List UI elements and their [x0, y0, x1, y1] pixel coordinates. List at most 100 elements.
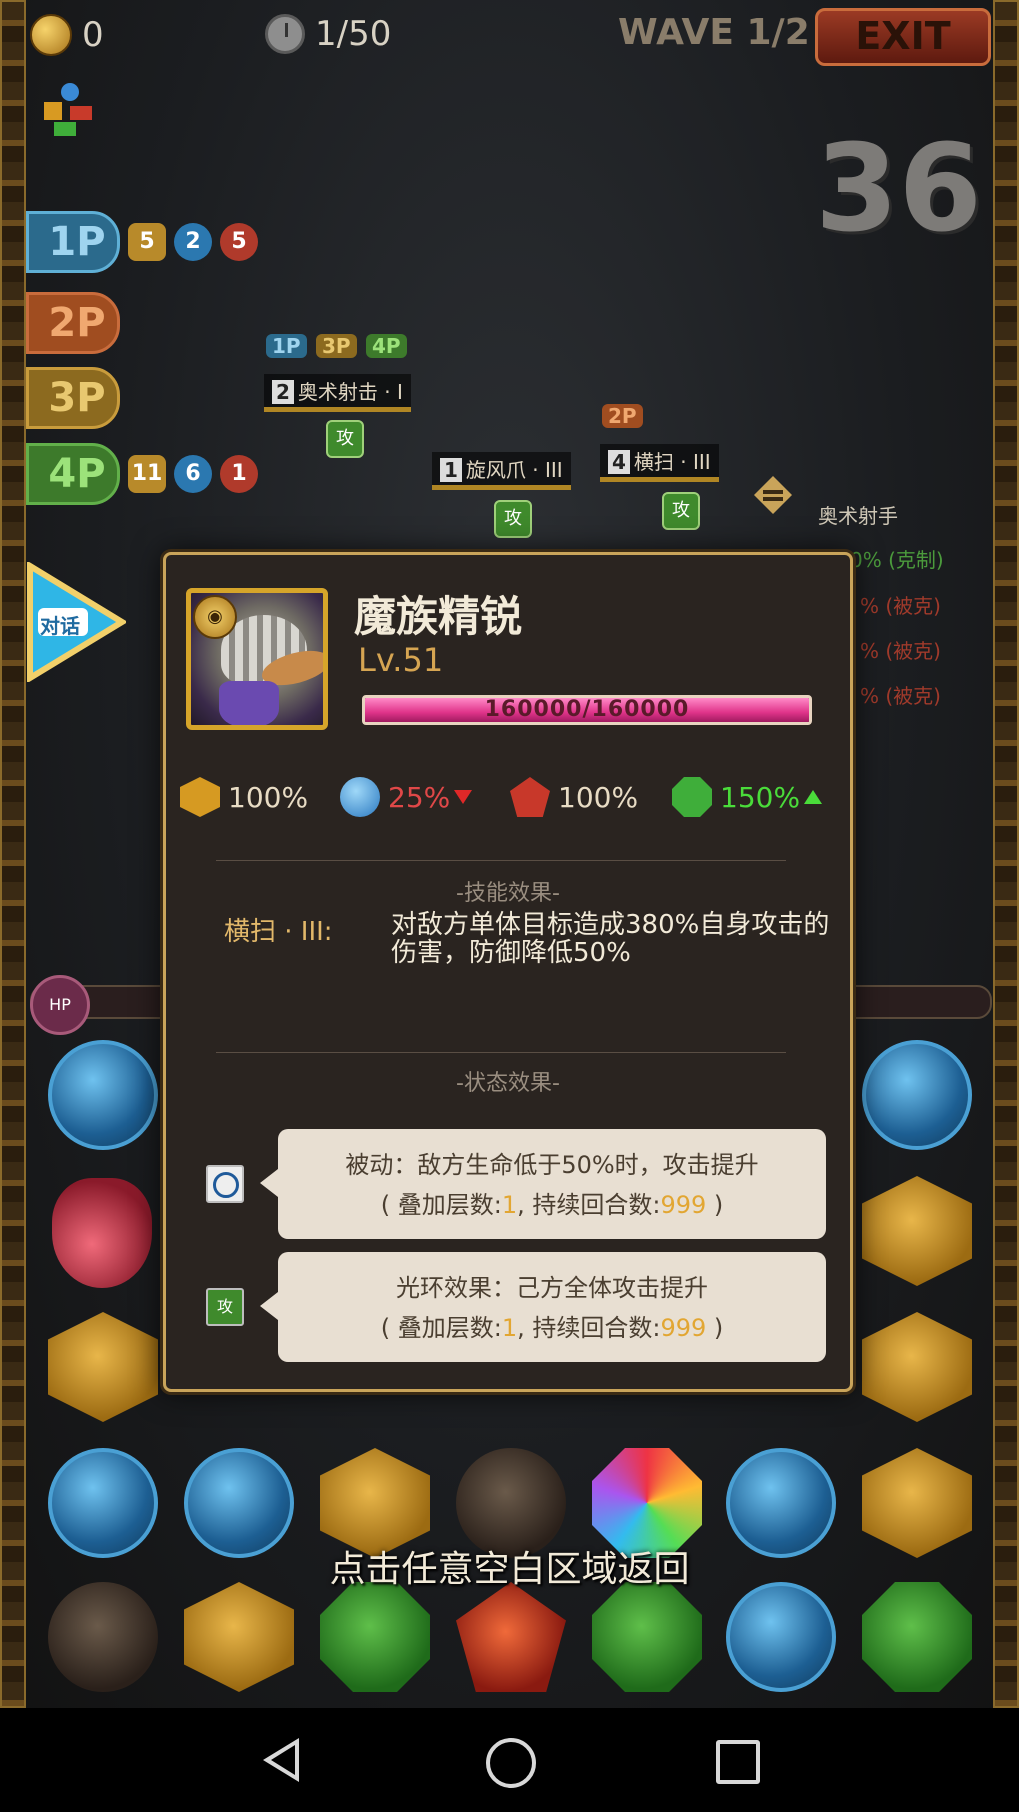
- enemy-skill: 旋风爪 · III: [465, 458, 563, 482]
- player-badge-4p[interactable]: 4P: [26, 443, 120, 505]
- countdown-timer: 36: [815, 120, 982, 259]
- status-effect-aura: 攻 光环效果：己方全体攻击提升 ( 叠加层数:1, 持续回合数:999 ): [166, 1252, 856, 1362]
- enemy-index: 2: [272, 380, 294, 404]
- wind-swirl-icon: [672, 777, 712, 817]
- portrait-face: [219, 681, 279, 725]
- water-gem[interactable]: [726, 1582, 836, 1692]
- enemy-index: 1: [440, 458, 462, 482]
- dark-gem[interactable]: [48, 1582, 158, 1692]
- attribute-value: 25%: [388, 780, 451, 814]
- enemy-portrait: ◉: [186, 588, 328, 730]
- attribute-value: 150%: [720, 780, 801, 814]
- enemy-2-target-1p: 1P: [266, 334, 307, 358]
- recent-apps-icon[interactable]: [716, 1740, 760, 1784]
- attribute-leaf: 100%: [180, 777, 308, 817]
- player-row-4p: 4P 11 6 1: [26, 443, 258, 505]
- leaf-gem[interactable]: [184, 1582, 294, 1692]
- game-screen: 0 1/50 WAVE 1/2 EXIT 36 1P 5 2 5 2P 3P 4…: [0, 0, 1019, 1708]
- heart-icon: HP: [30, 975, 90, 1035]
- water-gem[interactable]: [48, 1040, 158, 1150]
- attribute-wind: 150%: [672, 777, 823, 817]
- leaf-chip: 5: [128, 223, 166, 261]
- attribute-value: 100%: [558, 780, 639, 814]
- enemy-tag-4[interactable]: 4 横扫 · III: [600, 444, 719, 482]
- status-line: 被动：敌方生命低于50%时，攻击提升: [345, 1151, 759, 1179]
- attribute-row: 100% 25% 100% 150%: [180, 777, 840, 827]
- enemy-info-modal: ◉ 魔族精锐 Lv.51 160000/160000 100% 25% 100%: [163, 552, 853, 1392]
- player-badge-2p[interactable]: 2P: [26, 292, 120, 354]
- wind-gem[interactable]: [862, 1582, 972, 1692]
- coin-value: 0: [82, 15, 104, 55]
- home-icon[interactable]: [486, 1738, 536, 1788]
- divider: [216, 860, 786, 861]
- swap-icon: [754, 476, 792, 514]
- wind-gem[interactable]: [320, 1582, 430, 1692]
- return-hint: 点击任意空白区域返回: [329, 1549, 690, 1590]
- leaf-gem[interactable]: [862, 1312, 972, 1422]
- player-row-1p: 1P 5 2 5: [26, 211, 258, 273]
- side-line-2: % (被克): [860, 594, 941, 618]
- side-line-3: % (被克): [860, 639, 941, 663]
- back-icon[interactable]: [263, 1738, 299, 1782]
- water-chip: 6: [174, 455, 212, 493]
- arrow-down-icon: [454, 790, 473, 804]
- exit-button[interactable]: EXIT: [815, 8, 991, 66]
- leaf-chip: 11: [128, 455, 166, 493]
- attack-icon: 攻: [662, 492, 700, 530]
- target-icon: [206, 1165, 244, 1203]
- enemy-tag-2[interactable]: 2 奥术射击 · I: [264, 374, 411, 412]
- attribute-water: 25%: [340, 777, 473, 817]
- attack-icon: 攻: [206, 1288, 244, 1326]
- talk-label: 对话: [40, 614, 80, 638]
- enemy-4-target-2p: 2P: [602, 404, 643, 428]
- side-line-1: 0% (克制): [850, 548, 944, 572]
- status-bubble: 被动：敌方生命低于50%时，攻击提升 ( 叠加层数:1, 持续回合数:999 ): [260, 1129, 826, 1239]
- potion-gem[interactable]: [52, 1178, 152, 1288]
- enemy-hp-bar: 160000/160000: [362, 695, 812, 725]
- potion-chip: 1: [220, 455, 258, 493]
- fire-crystal-icon: [510, 777, 550, 817]
- enemy-2-target-3p: 3P: [316, 334, 357, 358]
- left-border: [0, 0, 26, 1708]
- enemy-class-icon: ◉: [193, 595, 237, 639]
- wave-indicator: WAVE 1/2: [618, 12, 810, 53]
- coin-icon: [30, 14, 72, 56]
- status-effect-passive: 被动：敌方生命低于50%时，攻击提升 ( 叠加层数:1, 持续回合数:999 ): [166, 1129, 856, 1239]
- coin-counter: 0: [30, 14, 104, 56]
- wind-gem[interactable]: [592, 1582, 702, 1692]
- status-stack-line: ( 叠加层数:1, 持续回合数:999 ): [380, 1314, 724, 1342]
- player-row-2p: 2P: [26, 292, 120, 354]
- side-line-4: % (被克): [860, 684, 941, 708]
- leaf-gem[interactable]: [862, 1176, 972, 1286]
- attack-icon: 攻: [494, 500, 532, 538]
- player-row-3p: 3P: [26, 367, 120, 429]
- status-section-title: -状态效果-: [456, 1071, 560, 1096]
- status-stack-line: ( 叠加层数:1, 持续回合数:999 ): [380, 1191, 724, 1219]
- enemy-level: Lv.51: [358, 641, 444, 679]
- arrow-up-icon: [804, 790, 823, 804]
- enemy-name: 魔族精锐: [354, 592, 523, 641]
- turn-counter: 1/50: [265, 14, 391, 54]
- enemy-tag-1[interactable]: 1 旋风爪 · III: [432, 452, 571, 490]
- enemy-hp-text: 160000/160000: [484, 697, 690, 722]
- water-chip: 2: [174, 223, 212, 261]
- enemy-skill: 奥术射击 · I: [297, 380, 403, 404]
- player-badge-3p[interactable]: 3P: [26, 367, 120, 429]
- skill-description: 对敌方单体目标造成380%自身攻击的伤害，防御降低50%: [391, 910, 830, 968]
- attack-icon: 攻: [326, 420, 364, 458]
- water-drop-icon: [340, 777, 380, 817]
- skill-name: 横扫 · III:: [224, 917, 333, 947]
- enemy-name-archer: 奥术射手: [818, 504, 898, 528]
- player-badge-1p[interactable]: 1P: [26, 211, 120, 273]
- leaf-gem[interactable]: [48, 1312, 158, 1422]
- clock-icon: [265, 14, 305, 54]
- fire-gem[interactable]: [456, 1582, 566, 1692]
- divider: [216, 1052, 786, 1053]
- status-bubble: 光环效果：己方全体攻击提升 ( 叠加层数:1, 持续回合数:999 ): [260, 1252, 826, 1362]
- controller-icon[interactable]: [36, 80, 96, 140]
- gold-hexagon-icon: [180, 777, 220, 817]
- water-gem[interactable]: [862, 1040, 972, 1150]
- enemy-2-target-4p: 4P: [366, 334, 407, 358]
- turn-value: 1/50: [315, 14, 392, 54]
- fire-chip: 5: [220, 223, 258, 261]
